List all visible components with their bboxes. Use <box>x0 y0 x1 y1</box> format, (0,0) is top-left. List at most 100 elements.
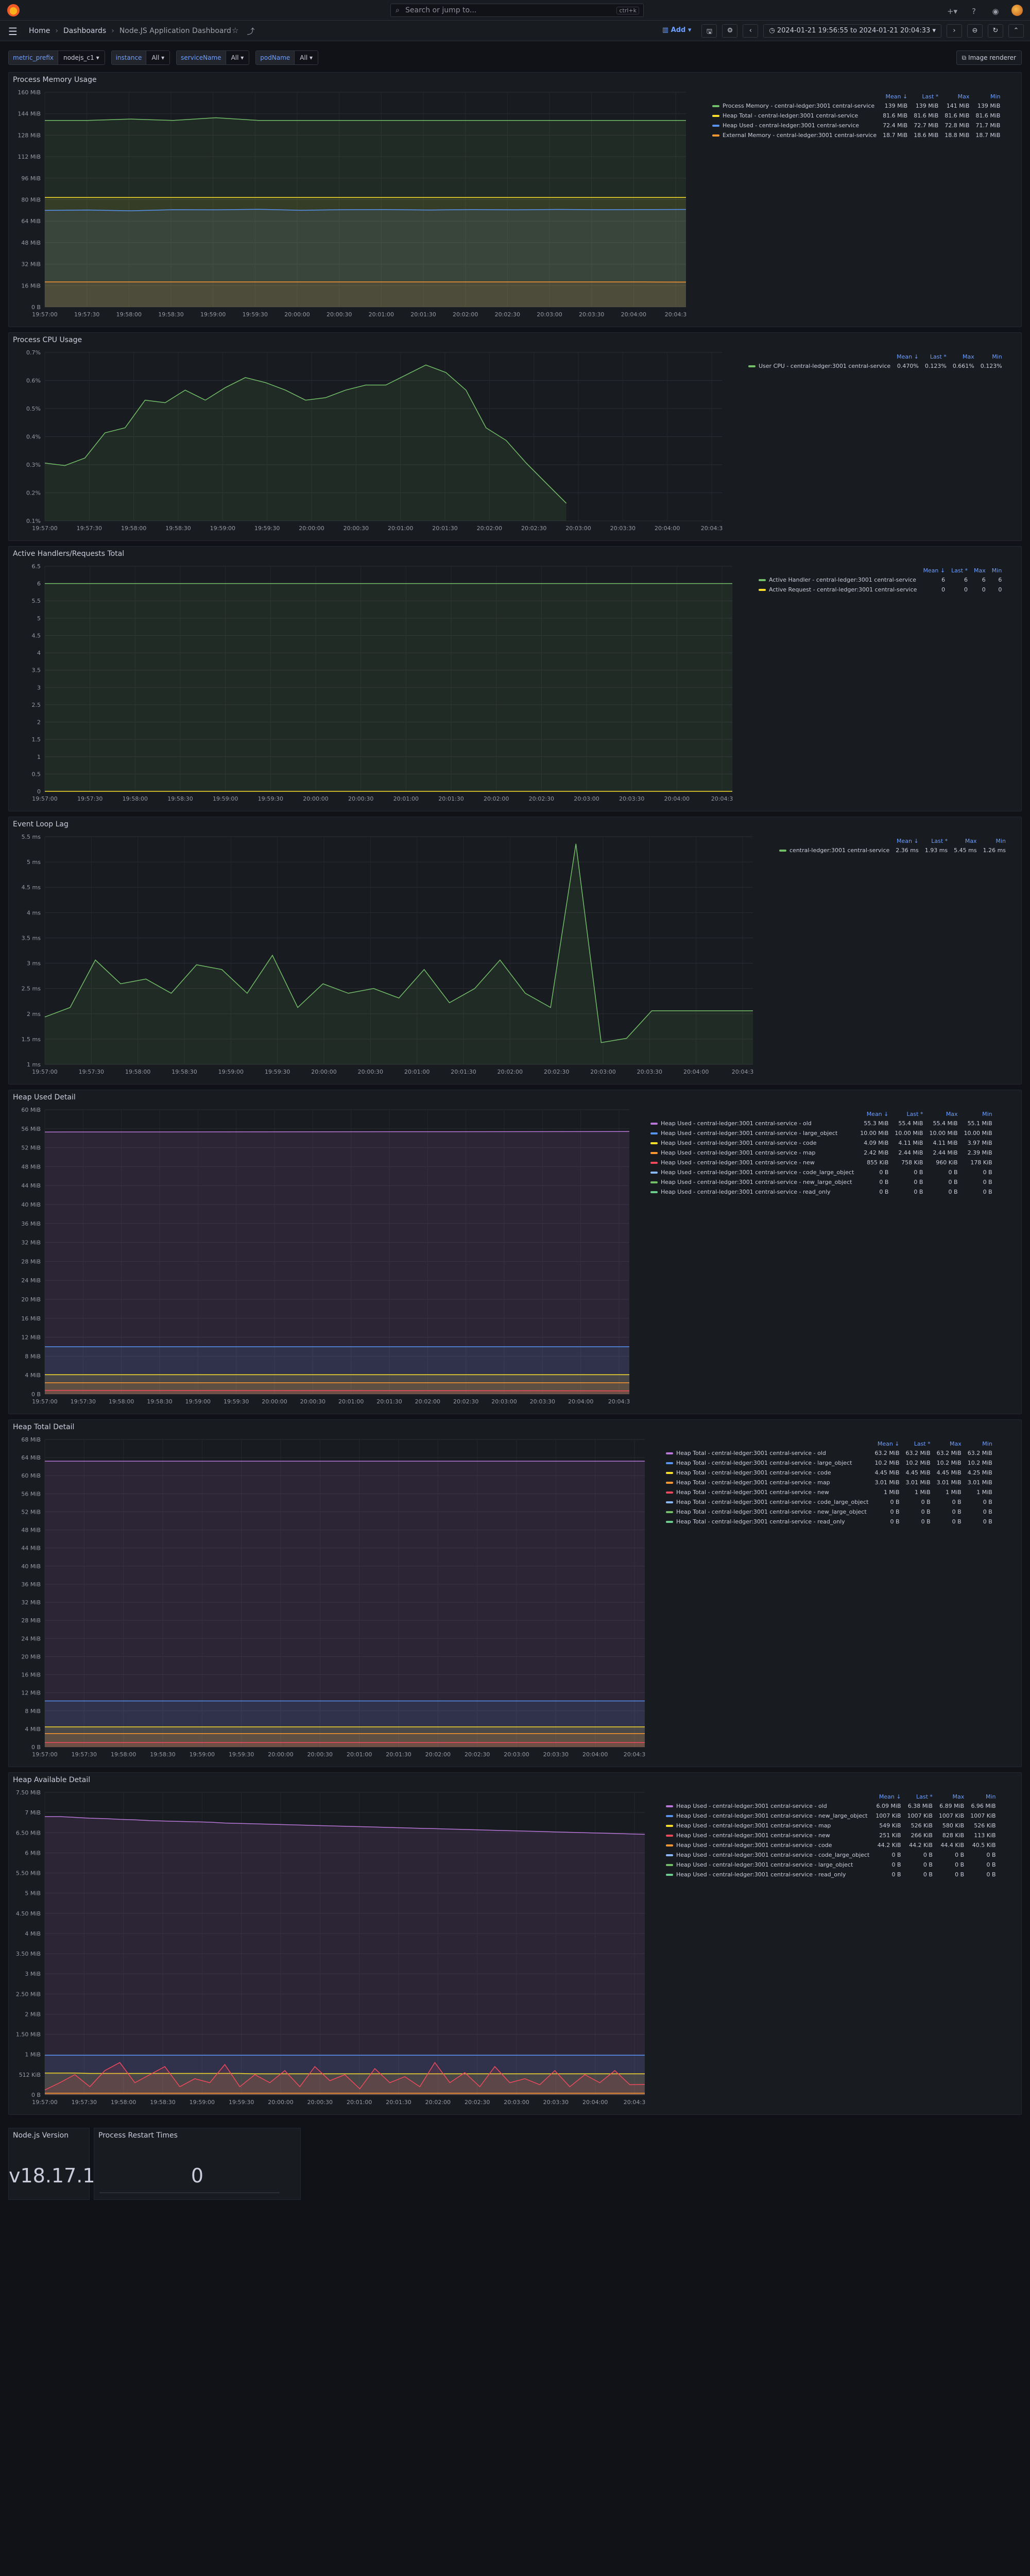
menu-icon[interactable]: ☰ <box>8 25 18 38</box>
legend-header[interactable]: Max <box>926 1110 960 1118</box>
legend-header[interactable]: Mean ↓ <box>920 566 948 575</box>
time-series-chart[interactable]: 7.50 MiB 7 MiB 6.50 MiB 6 MiB 5.50 MiB 5 MiB 4… <box>9 1773 650 2115</box>
image-renderer-button[interactable]: ⧉ Image renderer <box>956 50 1022 65</box>
legend-header[interactable]: Min <box>989 566 1005 575</box>
panel-process-cpu-usage[interactable]: Process CPU Usage 0.7% 0.6% 0.5% 0.4% 0.3% 0.2… <box>8 332 1022 541</box>
legend-row[interactable]: Heap Total - central-ledger:3001 central… <box>663 1448 995 1458</box>
panel-heap-used-detail[interactable]: Heap Used Detail 60 MiB 56 MiB 52 MiB 48 MiB… <box>8 1090 1022 1414</box>
time-series-chart[interactable]: 68 MiB 64 MiB 60 MiB 56 MiB 52 MiB 48 MiB 44 M… <box>9 1420 650 1768</box>
stat-panel-restart-times[interactable]: Process Restart Times 0 <box>94 2128 301 2200</box>
star-icon[interactable]: ☆ <box>232 26 238 37</box>
legend-row[interactable]: Heap Used - central-ledger:3001 central-… <box>647 1167 995 1177</box>
legend-row[interactable]: Heap Used - central-ledger:3001 central-… <box>647 1187 995 1197</box>
breadcrumb-home[interactable]: Home <box>29 27 50 35</box>
variable-pod-name[interactable]: podName All ▾ <box>255 50 319 65</box>
legend-header[interactable]: Mean ↓ <box>871 1439 902 1448</box>
legend-row[interactable]: Heap Used - central-ledger:3001 central-… <box>647 1177 995 1187</box>
share-icon[interactable]: ⤴ <box>247 26 254 37</box>
legend-row[interactable]: External Memory - central-ledger:3001 ce… <box>709 130 1003 140</box>
variable-metric-prefix[interactable]: metric_prefix nodejs_c1 ▾ <box>8 50 105 65</box>
time-series-chart[interactable]: 160 MiB 144 MiB 128 MiB 112 MiB 96 MiB 80 MiB… <box>9 73 691 328</box>
legend-row[interactable]: Heap Used - central-ledger:3001 central-… <box>647 1128 995 1138</box>
legend-header[interactable]: Min <box>972 92 1003 101</box>
legend-header[interactable]: Mean ↓ <box>872 1792 904 1801</box>
add-button[interactable]: ▥ Add ▾ <box>657 24 697 38</box>
legend-header[interactable]: Max <box>934 1439 965 1448</box>
save-icon[interactable]: 🖫 <box>701 24 717 38</box>
legend-header[interactable]: Max <box>941 92 972 101</box>
legend-row[interactable]: Process Memory - central-ledger:3001 cen… <box>709 101 1003 111</box>
legend-header[interactable]: Last * <box>922 352 950 361</box>
legend-row[interactable]: Heap Used - central-ledger:3001 central-… <box>647 1158 995 1167</box>
chevron-right-icon[interactable]: › <box>947 24 962 38</box>
panel-event-loop-lag[interactable]: Event Loop Lag 5.5 ms 5 ms 4.5 ms 4 ms 3.5 ms… <box>8 817 1022 1084</box>
legend-header[interactable]: Last * <box>922 837 951 845</box>
zoom-out-icon[interactable]: ⊖ <box>967 24 983 38</box>
legend-header[interactable]: Max <box>951 837 980 845</box>
stat-panel-node-version[interactable]: Node.js Version v18.17.1 <box>8 2128 95 2200</box>
legend-row[interactable]: Heap Total - central-ledger:3001 central… <box>663 1497 995 1507</box>
legend-row[interactable]: Heap Used - central-ledger:3001 central-… <box>663 1870 999 1879</box>
search-input[interactable]: ⌕ Search or jump to... ctrl+k <box>390 4 644 17</box>
legend-row[interactable]: Heap Total - central-ledger:3001 central… <box>663 1468 995 1478</box>
settings-icon[interactable]: ⚙ <box>722 24 738 38</box>
legend-row[interactable]: Heap Used - central-ledger:3001 central-… <box>663 1811 999 1821</box>
legend-row[interactable]: Heap Total - central-ledger:3001 central… <box>709 111 1003 121</box>
legend-header[interactable]: Mean ↓ <box>857 1110 891 1118</box>
profile-avatar[interactable] <box>1011 5 1023 18</box>
legend-header[interactable]: Mean ↓ <box>880 92 911 101</box>
legend-row[interactable]: Heap Used - central-ledger:3001 central-… <box>709 121 1003 130</box>
panel-heap-total-detail[interactable]: Heap Total Detail 68 MiB 64 MiB 60 MiB 56 Mi… <box>8 1419 1022 1767</box>
legend-header[interactable]: Min <box>977 352 1005 361</box>
legend-row[interactable]: central-ledger:3001 central-service 2.36 … <box>776 845 1009 855</box>
time-series-chart[interactable]: 60 MiB 56 MiB 52 MiB 48 MiB 44 MiB 40 MiB 36 M… <box>9 1090 634 1415</box>
legend-header[interactable]: Mean ↓ <box>892 837 921 845</box>
legend-header[interactable]: Last * <box>903 1439 934 1448</box>
legend-row[interactable]: Heap Total - central-ledger:3001 central… <box>663 1487 995 1497</box>
legend-header[interactable]: Mean ↓ <box>894 352 922 361</box>
legend-row[interactable]: Heap Used - central-ledger:3001 central-… <box>663 1821 999 1831</box>
legend-row[interactable]: Heap Total - central-ledger:3001 central… <box>663 1458 995 1468</box>
legend-row[interactable]: Heap Used - central-ledger:3001 central-… <box>663 1850 999 1860</box>
collapse-icon[interactable]: ⌃ <box>1008 24 1024 38</box>
legend-row[interactable]: Heap Used - central-ledger:3001 central-… <box>663 1840 999 1850</box>
help-icon[interactable]: ? <box>968 7 980 16</box>
plus-icon[interactable]: +▾ <box>947 7 958 16</box>
legend-row[interactable]: Heap Used - central-ledger:3001 central-… <box>647 1118 995 1128</box>
legend-row[interactable]: Heap Total - central-ledger:3001 central… <box>663 1478 995 1487</box>
time-series-chart[interactable]: 5.5 ms 5 ms 4.5 ms 4 ms 3.5 ms 3 ms 2.5 ms 2 ms… <box>9 817 758 1085</box>
legend-header[interactable]: Last * <box>948 566 971 575</box>
legend-row[interactable]: Heap Used - central-ledger:3001 central-… <box>663 1801 999 1811</box>
legend-row[interactable]: Heap Used - central-ledger:3001 central-… <box>663 1860 999 1870</box>
legend-header[interactable]: Max <box>950 352 977 361</box>
panel-heap-available-detail[interactable]: Heap Available Detail 7.50 MiB 7 MiB 6.50 M… <box>8 1772 1022 2115</box>
legend-row[interactable]: Heap Used - central-ledger:3001 central-… <box>663 1831 999 1840</box>
chevron-left-icon[interactable]: ‹ <box>743 24 759 38</box>
legend-header[interactable]: Min <box>965 1439 995 1448</box>
legend-row[interactable]: Active Request - central-ledger:3001 cen… <box>756 585 1005 595</box>
panel-process-memory-usage[interactable]: Process Memory Usage 160 MiB 144 MiB 128 Mi… <box>8 72 1022 327</box>
grafana-logo-icon[interactable] <box>7 4 20 16</box>
legend-row[interactable]: Active Handler - central-ledger:3001 cen… <box>756 575 1005 585</box>
legend-row[interactable]: User CPU - central-ledger:3001 central-s… <box>745 361 1005 371</box>
legend-header[interactable]: Last * <box>891 1110 926 1118</box>
variable-service-name[interactable]: serviceName All ▾ <box>176 50 250 65</box>
legend-header[interactable]: Max <box>936 1792 967 1801</box>
legend-header[interactable]: Min <box>980 837 1009 845</box>
breadcrumb-dashboards[interactable]: Dashboards <box>63 27 106 35</box>
time-range-picker[interactable]: ◷ 2024-01-21 19:56:55 to 2024-01-21 20:0… <box>763 24 941 38</box>
refresh-icon[interactable]: ↻ <box>988 24 1003 38</box>
time-series-chart[interactable]: 6.5 6 5.5 5 4.5 4 3.5 3 2.5 2 1.5 1 0.5 019:57:00 19:5… <box>9 547 737 812</box>
legend-row[interactable]: Heap Total - central-ledger:3001 central… <box>663 1517 995 1527</box>
variable-instance[interactable]: instance All ▾ <box>111 50 170 65</box>
legend-header[interactable]: Max <box>971 566 989 575</box>
legend-header[interactable]: Min <box>961 1110 995 1118</box>
legend-header[interactable]: Min <box>967 1792 999 1801</box>
panel-active-handlers-requests-total[interactable]: Active Handlers/Requests Total 6.5 6 5.5 5 4.… <box>8 546 1022 811</box>
legend-row[interactable]: Heap Used - central-ledger:3001 central-… <box>647 1148 995 1158</box>
legend-row[interactable]: Heap Total - central-ledger:3001 central… <box>663 1507 995 1517</box>
time-series-chart[interactable]: 0.7% 0.6% 0.5% 0.4% 0.3% 0.2% 0.1%19:57:00 19:5… <box>9 333 727 541</box>
legend-row[interactable]: Heap Used - central-ledger:3001 central-… <box>647 1138 995 1148</box>
legend-header[interactable]: Last * <box>904 1792 936 1801</box>
rss-icon[interactable]: ◉ <box>990 7 1001 16</box>
